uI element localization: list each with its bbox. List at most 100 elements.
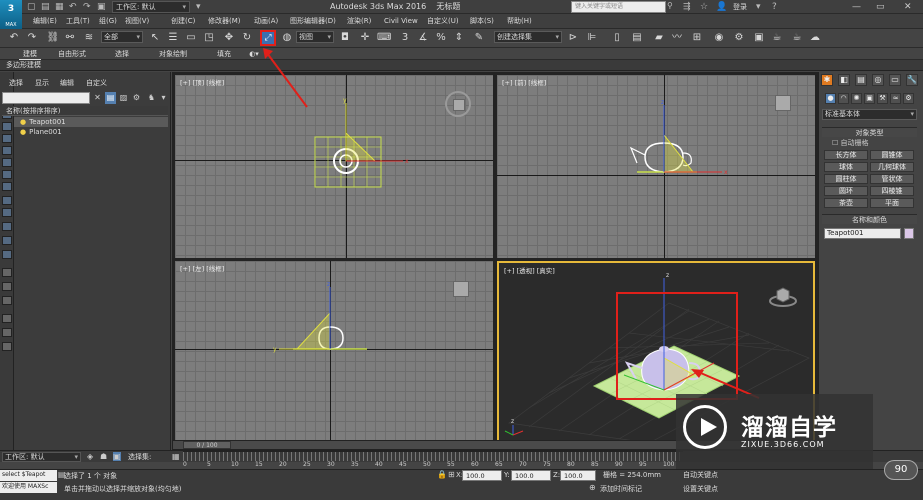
toggle-scene-explorer-icon[interactable]: ▯ xyxy=(610,30,624,46)
isolate-icon[interactable]: ☗ xyxy=(100,452,107,461)
explorer-menu-display[interactable]: 显示 xyxy=(35,78,49,88)
modify-tab-icon[interactable]: ◧ xyxy=(838,74,850,86)
menu-group[interactable]: 组(G) xyxy=(99,14,117,29)
create-cone-button[interactable]: 圆锥体 xyxy=(870,150,914,160)
manipulate-icon[interactable]: ✛ xyxy=(358,30,372,46)
rectangular-selection-icon[interactable]: ▭ xyxy=(184,30,198,46)
display-tab-icon[interactable]: ▭ xyxy=(889,74,901,86)
user-icon[interactable]: 👤 xyxy=(716,0,727,14)
link-icon[interactable]: ⛓ xyxy=(46,30,60,46)
named-selection-dropdown[interactable]: 创建选择集 xyxy=(494,31,562,43)
unlink-icon[interactable]: ⚯ xyxy=(63,30,77,46)
help-icon[interactable]: ? xyxy=(772,0,777,14)
rail-filter-icon[interactable] xyxy=(2,296,12,305)
z-coordinate-field[interactable]: 100.0 xyxy=(560,470,596,481)
app-logo[interactable]: 3 MAX xyxy=(0,0,22,29)
systems-icon[interactable]: ⚙ xyxy=(903,93,914,104)
render-iterative-icon[interactable]: ☕ xyxy=(790,30,804,46)
viewport-front[interactable]: z x [+] [前] [线框] xyxy=(497,75,815,258)
menu-tools[interactable]: 工具(T) xyxy=(66,14,90,29)
align-icon[interactable]: ⊫ xyxy=(585,30,599,46)
explorer-search-input[interactable] xyxy=(2,92,90,104)
ribbon-tab-freeform[interactable]: 自由形式 xyxy=(58,48,86,60)
keyboard-shortcut-icon[interactable]: ⌨ xyxy=(377,30,391,46)
explorer-column-header[interactable]: 名称(按排序排序) xyxy=(2,106,168,116)
project-folder-icon[interactable]: ▣ xyxy=(97,0,106,14)
create-plane-button[interactable]: 平面 xyxy=(870,198,914,208)
create-cylinder-button[interactable]: 圆柱体 xyxy=(824,174,868,184)
viewport-label-perspective[interactable]: [+] [透视] [真实] xyxy=(504,265,555,275)
reference-coordinate-dropdown[interactable]: 视图 xyxy=(296,31,334,43)
window-crossing-icon[interactable]: ◳ xyxy=(202,30,216,46)
menu-modifiers[interactable]: 修改器(M) xyxy=(208,14,241,29)
menu-animation[interactable]: 动画(A) xyxy=(254,14,278,29)
save-file-icon[interactable]: ▦ xyxy=(55,0,64,14)
selection-lock-toggle-icon[interactable]: 🔒 xyxy=(437,470,447,480)
select-by-name-icon[interactable]: ☰ xyxy=(166,30,180,46)
explorer-menu-edit[interactable]: 编辑 xyxy=(60,78,74,88)
add-time-tag-button[interactable]: 添加时间标记 xyxy=(600,484,642,495)
rail-display-icon[interactable] xyxy=(2,250,12,259)
workspace-dropdown[interactable]: 工作区: 默认 xyxy=(112,1,190,13)
explorer-find-icon[interactable]: ♞ xyxy=(146,92,157,104)
helpers-icon[interactable]: ⚒ xyxy=(877,93,888,104)
redo-icon[interactable]: ↷ xyxy=(25,30,39,46)
layer-explorer-icon[interactable]: ▤ xyxy=(630,30,644,46)
lights-icon[interactable]: ✺ xyxy=(851,93,862,104)
viewport-label-left[interactable]: [+] [左] [线框] xyxy=(180,263,224,273)
schematic-view-icon[interactable]: ⊞ xyxy=(690,30,704,46)
viewcube-icon[interactable] xyxy=(453,281,469,297)
curve-editor-icon[interactable]: 〰 xyxy=(670,30,684,46)
rail-spacewarps-icon[interactable] xyxy=(2,182,12,191)
geometry-category-dropdown[interactable]: 标准基本体 xyxy=(822,109,917,120)
create-pyramid-button[interactable]: 四棱锥 xyxy=(870,186,914,196)
mini-curve-editor-icon[interactable]: ▦ xyxy=(172,452,180,461)
rendered-frame-window-icon[interactable]: ▣ xyxy=(752,30,766,46)
rail-groups-icon[interactable] xyxy=(2,196,12,205)
motion-tab-icon[interactable]: ◎ xyxy=(872,74,884,86)
menu-civil-view[interactable]: Civil View xyxy=(384,14,418,29)
select-rotate-icon[interactable]: ↻ xyxy=(240,30,254,46)
more-icon[interactable]: ▾ xyxy=(196,0,201,14)
select-placement-icon[interactable]: ◍ xyxy=(280,30,294,46)
percent-snap-icon[interactable]: % xyxy=(434,30,448,46)
explorer-lock-icon[interactable]: ▨ xyxy=(118,92,129,104)
create-sphere-button[interactable]: 球体 xyxy=(824,162,868,172)
selection-filter-dropdown[interactable]: 全部 xyxy=(101,31,143,43)
hierarchy-tab-icon[interactable]: ▤ xyxy=(855,74,867,86)
create-tube-button[interactable]: 管状体 xyxy=(870,174,914,184)
menu-views[interactable]: 视图(V) xyxy=(125,14,149,29)
menu-customize[interactable]: 自定义(U) xyxy=(427,14,459,29)
explorer-filter-icon[interactable]: ▤ xyxy=(105,92,116,104)
ribbon-toggle-icon[interactable]: ▰ xyxy=(652,30,666,46)
time-slider-thumb[interactable]: 0 / 100 xyxy=(183,441,231,449)
viewcube-icon[interactable] xyxy=(769,285,797,307)
rail-particles-icon[interactable] xyxy=(2,236,12,245)
pivot-center-icon[interactable]: ◘ xyxy=(338,30,352,46)
mirror-icon[interactable]: ⊳ xyxy=(566,30,580,46)
utilities-tab-icon[interactable]: 🔧 xyxy=(906,74,918,86)
menu-create[interactable]: 创建(C) xyxy=(171,14,195,29)
autogrid-checkbox[interactable]: ☐ 自动栅格 xyxy=(832,138,869,148)
minimize-icon[interactable]: — xyxy=(852,0,861,14)
viewcube-icon[interactable] xyxy=(775,95,791,111)
maxscript-listener-input[interactable]: select $Teapot xyxy=(0,470,57,481)
ribbon-tab-populate[interactable]: 填充 xyxy=(214,48,234,60)
material-editor-icon[interactable]: ◉ xyxy=(712,30,726,46)
viewcube-icon[interactable] xyxy=(445,91,471,117)
create-geosphere-button[interactable]: 几何球体 xyxy=(870,162,914,172)
open-file-icon[interactable]: ▤ xyxy=(41,0,50,14)
rail-geometry-icon[interactable] xyxy=(2,122,12,131)
rail-hierarchy-icon[interactable] xyxy=(2,282,12,291)
bind-space-warp-icon[interactable]: ≋ xyxy=(82,30,96,46)
menu-graph-editors[interactable]: 图形编辑器(D) xyxy=(290,14,336,29)
viewport-left[interactable]: z y [+] [左] [线框] xyxy=(175,261,493,445)
geometry-icon[interactable]: ● xyxy=(825,93,836,104)
create-tab-icon[interactable]: ✱ xyxy=(821,74,833,86)
explorer-menu-icon[interactable]: ▾ xyxy=(158,92,169,104)
rail-shapes-icon[interactable] xyxy=(2,134,12,143)
viewport-label-front[interactable]: [+] [前] [线框] xyxy=(502,77,546,87)
ribbon-tab-selection[interactable]: 选择 xyxy=(112,48,132,60)
rail-xrefs-icon[interactable] xyxy=(2,208,12,217)
login-button[interactable]: 登录 xyxy=(733,1,747,13)
